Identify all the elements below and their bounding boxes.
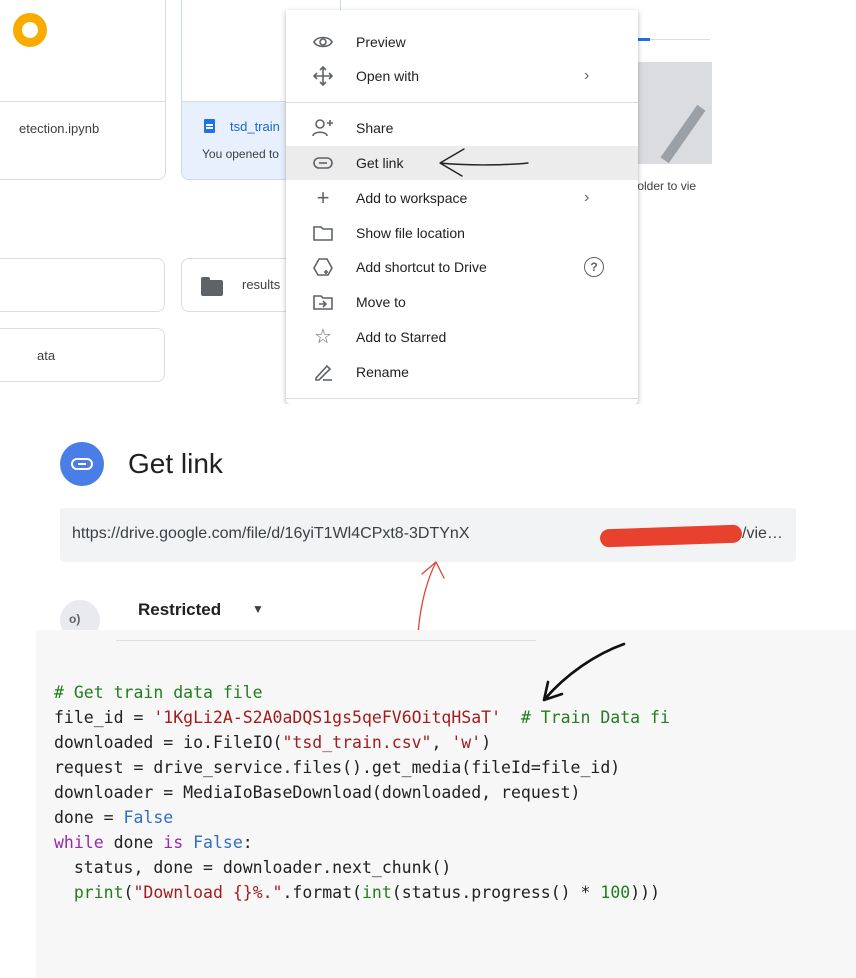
menu-item-add-to-workspace[interactable]: + Add to workspace › bbox=[286, 181, 638, 215]
folder-icon bbox=[201, 277, 223, 296]
menu-item-add-to-starred[interactable]: ☆ Add to Starred bbox=[286, 320, 638, 354]
code-constant: False bbox=[123, 808, 174, 827]
code-keyword: is bbox=[163, 833, 184, 852]
code-text: file_id = bbox=[54, 708, 154, 727]
link-badge-icon bbox=[60, 442, 104, 486]
code-string: "Download {}%." bbox=[133, 883, 283, 902]
code-keyword: while bbox=[54, 833, 104, 852]
restricted-icon: o) bbox=[60, 600, 100, 630]
folder-label: results bbox=[242, 277, 281, 292]
code-string: "tsd_train.csv" bbox=[282, 733, 432, 752]
file-card-title: etection.ipynb bbox=[19, 121, 100, 136]
get-link-dialog: Get link https://drive.google.com/file/d… bbox=[0, 404, 856, 630]
code-comment: # Get train data file bbox=[54, 683, 263, 702]
menu-item-label: Add shortcut to Drive bbox=[356, 259, 487, 275]
link-icon bbox=[312, 152, 334, 174]
person-add-icon bbox=[312, 117, 334, 139]
link-url-suffix: /vie… bbox=[742, 525, 783, 542]
context-menu: Preview Open with › Share Get link + Add… bbox=[286, 10, 638, 404]
code-text: .format( bbox=[282, 883, 362, 902]
help-icon[interactable]: ? bbox=[584, 257, 604, 277]
code-string: 'w' bbox=[451, 733, 482, 752]
menu-item-label: Preview bbox=[356, 34, 406, 50]
drive-panel: etection.ipynb tsd_train You opened to f… bbox=[0, 0, 712, 404]
folder-label: ata bbox=[37, 348, 56, 363]
tab-divider bbox=[650, 39, 710, 40]
menu-item-get-link[interactable]: Get link bbox=[286, 146, 638, 180]
menu-item-move-to[interactable]: Move to bbox=[286, 285, 638, 319]
plus-icon: + bbox=[316, 185, 330, 210]
menu-divider bbox=[286, 102, 638, 103]
empty-state-hint: folder to vie bbox=[634, 179, 697, 193]
file-card-subtitle: You opened to bbox=[202, 147, 279, 161]
code-text: ) bbox=[481, 733, 492, 752]
code-text: done = bbox=[54, 808, 124, 827]
menu-divider bbox=[286, 398, 638, 399]
file-card-title: tsd_train bbox=[230, 119, 280, 134]
code-builtin: print bbox=[73, 883, 124, 902]
code-string: '1KgLi2A-S2A0aDQS1gs5qeFV6OitqHSaT' bbox=[153, 708, 502, 727]
file-thumbnail bbox=[0, 0, 165, 102]
code-comment: # Train Data fi bbox=[520, 708, 670, 727]
folder-item[interactable] bbox=[0, 258, 165, 312]
chevron-right-icon: › bbox=[584, 189, 590, 206]
folder-outline-icon bbox=[312, 222, 334, 244]
shortcut-icon bbox=[312, 256, 334, 278]
menu-item-label: Add to workspace bbox=[356, 190, 468, 206]
caret-down-icon[interactable]: ▼ bbox=[252, 602, 264, 616]
code-text: ))) bbox=[630, 883, 661, 902]
colab-logo-icon bbox=[13, 13, 47, 47]
access-level-label[interactable]: Restricted bbox=[138, 600, 221, 620]
code-text: ( bbox=[123, 883, 134, 902]
menu-item-preview[interactable]: Preview bbox=[286, 25, 638, 59]
folder-item-data[interactable]: ata bbox=[0, 328, 165, 382]
chevron-right-icon: › bbox=[584, 67, 590, 84]
code-text: done bbox=[103, 833, 164, 852]
menu-item-label: Show file location bbox=[356, 225, 465, 241]
menu-item-label: Rename bbox=[356, 364, 409, 380]
code-block: # Get train data file file_id = '1KgLi2A… bbox=[54, 680, 670, 905]
code-text: downloader = MediaIoBaseDownload(downloa… bbox=[54, 783, 581, 802]
menu-item-label: Move to bbox=[356, 294, 406, 310]
dialog-title: Get link bbox=[128, 448, 223, 479]
code-text: downloaded = io.FileIO( bbox=[54, 733, 283, 752]
menu-item-open-with[interactable]: Open with › bbox=[286, 59, 638, 93]
file-card-notebook[interactable]: etection.ipynb bbox=[0, 0, 166, 180]
menu-item-label: Add to Starred bbox=[356, 329, 447, 345]
code-text: request = drive_service.files().get_medi… bbox=[54, 758, 621, 777]
move-icon bbox=[312, 291, 334, 313]
code-text: , bbox=[431, 733, 452, 752]
empty-state-illustration bbox=[638, 62, 712, 164]
menu-item-show-file-location[interactable]: Show file location bbox=[286, 216, 638, 250]
star-icon: ☆ bbox=[314, 326, 332, 348]
menu-item-add-shortcut[interactable]: Add shortcut to Drive ? bbox=[286, 250, 638, 284]
menu-item-share[interactable]: Share bbox=[286, 111, 638, 145]
menu-item-label: Share bbox=[356, 120, 394, 136]
code-text: (status.progress() * bbox=[391, 883, 601, 902]
code-builtin: int bbox=[361, 883, 392, 902]
code-constant: False bbox=[193, 833, 243, 852]
menu-item-rename[interactable]: Rename bbox=[286, 355, 638, 389]
open-with-icon bbox=[312, 65, 334, 87]
code-text: status, done = downloader.next_chunk() bbox=[54, 858, 452, 877]
menu-item-label: Open with bbox=[356, 68, 420, 84]
code-cell: # Get train data file file_id = '1KgLi2A… bbox=[36, 630, 856, 978]
eye-icon bbox=[312, 31, 334, 53]
sheet-file-icon bbox=[204, 119, 215, 133]
code-top-fragment bbox=[116, 630, 536, 641]
code-number: 100 bbox=[600, 883, 631, 902]
menu-item-label: Get link bbox=[356, 155, 404, 171]
link-url-text: https://drive.google.com/file/d/16yiT1Wl… bbox=[72, 525, 470, 542]
code-text: : bbox=[242, 833, 253, 852]
edit-icon bbox=[312, 361, 334, 383]
